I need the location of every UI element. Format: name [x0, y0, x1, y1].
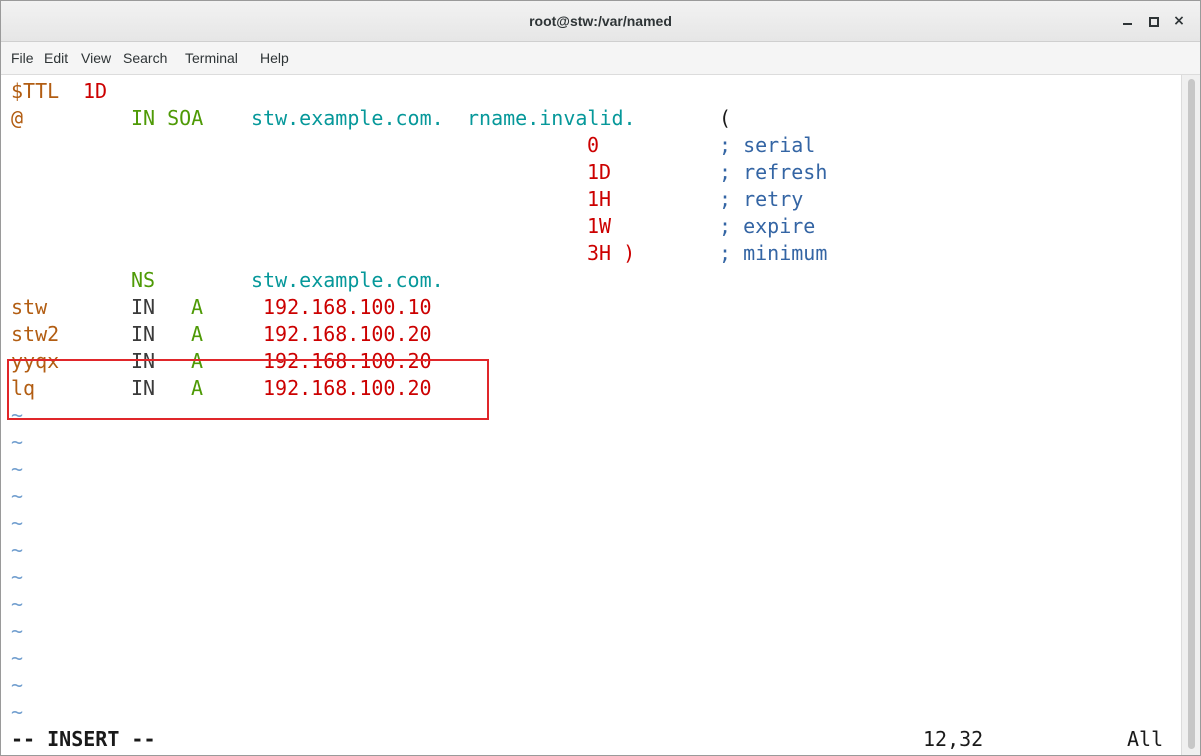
minimize-button[interactable] — [1117, 10, 1139, 32]
editor-line: 3H ) ; minimum — [11, 240, 827, 267]
ns-target: stw.example.com. — [251, 268, 444, 292]
editor-line: @ IN SOA stw.example.com. rname.invalid.… — [11, 105, 731, 132]
soa-expire-comment: ; expire — [719, 214, 816, 238]
maximize-button[interactable] — [1142, 10, 1164, 32]
empty-line-marker: ~ — [11, 538, 24, 562]
menu-edit[interactable]: Edit — [44, 42, 68, 74]
record-type: A — [191, 295, 204, 319]
empty-line-marker: ~ — [11, 511, 24, 535]
empty-line-marker: ~ — [11, 403, 24, 427]
highlight-annotation — [7, 359, 489, 420]
empty-line-marker: ~ — [11, 592, 24, 616]
close-button[interactable]: × — [1168, 10, 1190, 32]
menu-help[interactable]: Help — [260, 42, 289, 74]
record-type: A — [191, 322, 204, 346]
vertical-scrollbar[interactable] — [1181, 75, 1200, 755]
record-line: stw IN A 192.168.100.10 — [11, 294, 432, 321]
scrollbar-thumb[interactable] — [1188, 79, 1195, 749]
empty-line-marker: ~ — [11, 619, 24, 643]
empty-line-marker: ~ — [11, 430, 24, 454]
cursor-position: 12,32 — [923, 727, 984, 751]
soa-rname: rname.invalid. — [467, 106, 636, 130]
soa-retry-value: 1H — [587, 187, 612, 211]
minimize-icon — [1123, 23, 1132, 25]
window-title: root@stw:/var/named — [529, 13, 672, 29]
empty-line-marker: ~ — [11, 565, 24, 589]
editor-line: NS stw.example.com. — [11, 267, 444, 294]
terminal-window: root@stw:/var/named × File Edit View Sea… — [0, 0, 1201, 756]
vim-status-line: -- INSERT -- 12,32 All — [11, 726, 1163, 753]
editor-line: $TTL 1D — [11, 78, 107, 105]
soa-mname: stw.example.com. — [251, 106, 444, 130]
scroll-indicator: All — [1127, 727, 1164, 751]
editor-line: 1H ; retry — [11, 186, 803, 213]
empty-line-marker: ~ — [11, 484, 24, 508]
record-address: 192.168.100.10 — [263, 295, 432, 319]
menu-view[interactable]: View — [81, 42, 111, 74]
soa-class-type: IN SOA — [131, 106, 204, 130]
record-name: stw — [11, 295, 48, 319]
menu-file[interactable]: File — [11, 42, 34, 74]
soa-refresh-value: 1D — [587, 160, 612, 184]
terminal-area[interactable]: $TTL 1D @ IN SOA stw.example.com. rname.… — [1, 75, 1181, 755]
editor-line: 1W ; expire — [11, 213, 815, 240]
close-icon: × — [1173, 13, 1185, 29]
record-line: stw2 IN A 192.168.100.20 — [11, 321, 432, 348]
soa-serial-value: 0 — [587, 133, 600, 157]
empty-line-marker: ~ — [11, 457, 24, 481]
editor-line: 0 ; serial — [11, 132, 815, 159]
empty-line-marker: ~ — [11, 646, 24, 670]
soa-refresh-comment: ; refresh — [719, 160, 828, 184]
empty-line-marker: ~ — [11, 700, 24, 724]
maximize-icon — [1149, 17, 1159, 27]
empty-line-marker: ~ — [11, 673, 24, 697]
soa-expire-value: 1W — [587, 214, 612, 238]
editor-line: 1D ; refresh — [11, 159, 827, 186]
mode-indicator: -- INSERT -- — [11, 727, 156, 751]
soa-serial-comment: ; serial — [719, 133, 816, 157]
ttl-value: 1D — [83, 79, 108, 103]
title-bar[interactable]: root@stw:/var/named × — [1, 1, 1200, 42]
soa-retry-comment: ; retry — [719, 187, 804, 211]
menu-search[interactable]: Search — [123, 42, 167, 74]
record-name: stw2 — [11, 322, 60, 346]
record-address: 192.168.100.20 — [263, 322, 432, 346]
soa-open-paren: ( — [719, 106, 732, 130]
soa-minimum-value: 3H ) — [587, 241, 636, 265]
record-class: IN — [131, 322, 156, 346]
menu-terminal[interactable]: Terminal — [185, 42, 238, 74]
ns-type: NS — [131, 268, 156, 292]
menu-bar: File Edit View Search Terminal Help — [1, 42, 1200, 75]
ttl-directive: $TTL — [11, 79, 60, 103]
soa-owner: @ — [11, 106, 24, 130]
soa-minimum-comment: ; minimum — [719, 241, 828, 265]
record-class: IN — [131, 295, 156, 319]
